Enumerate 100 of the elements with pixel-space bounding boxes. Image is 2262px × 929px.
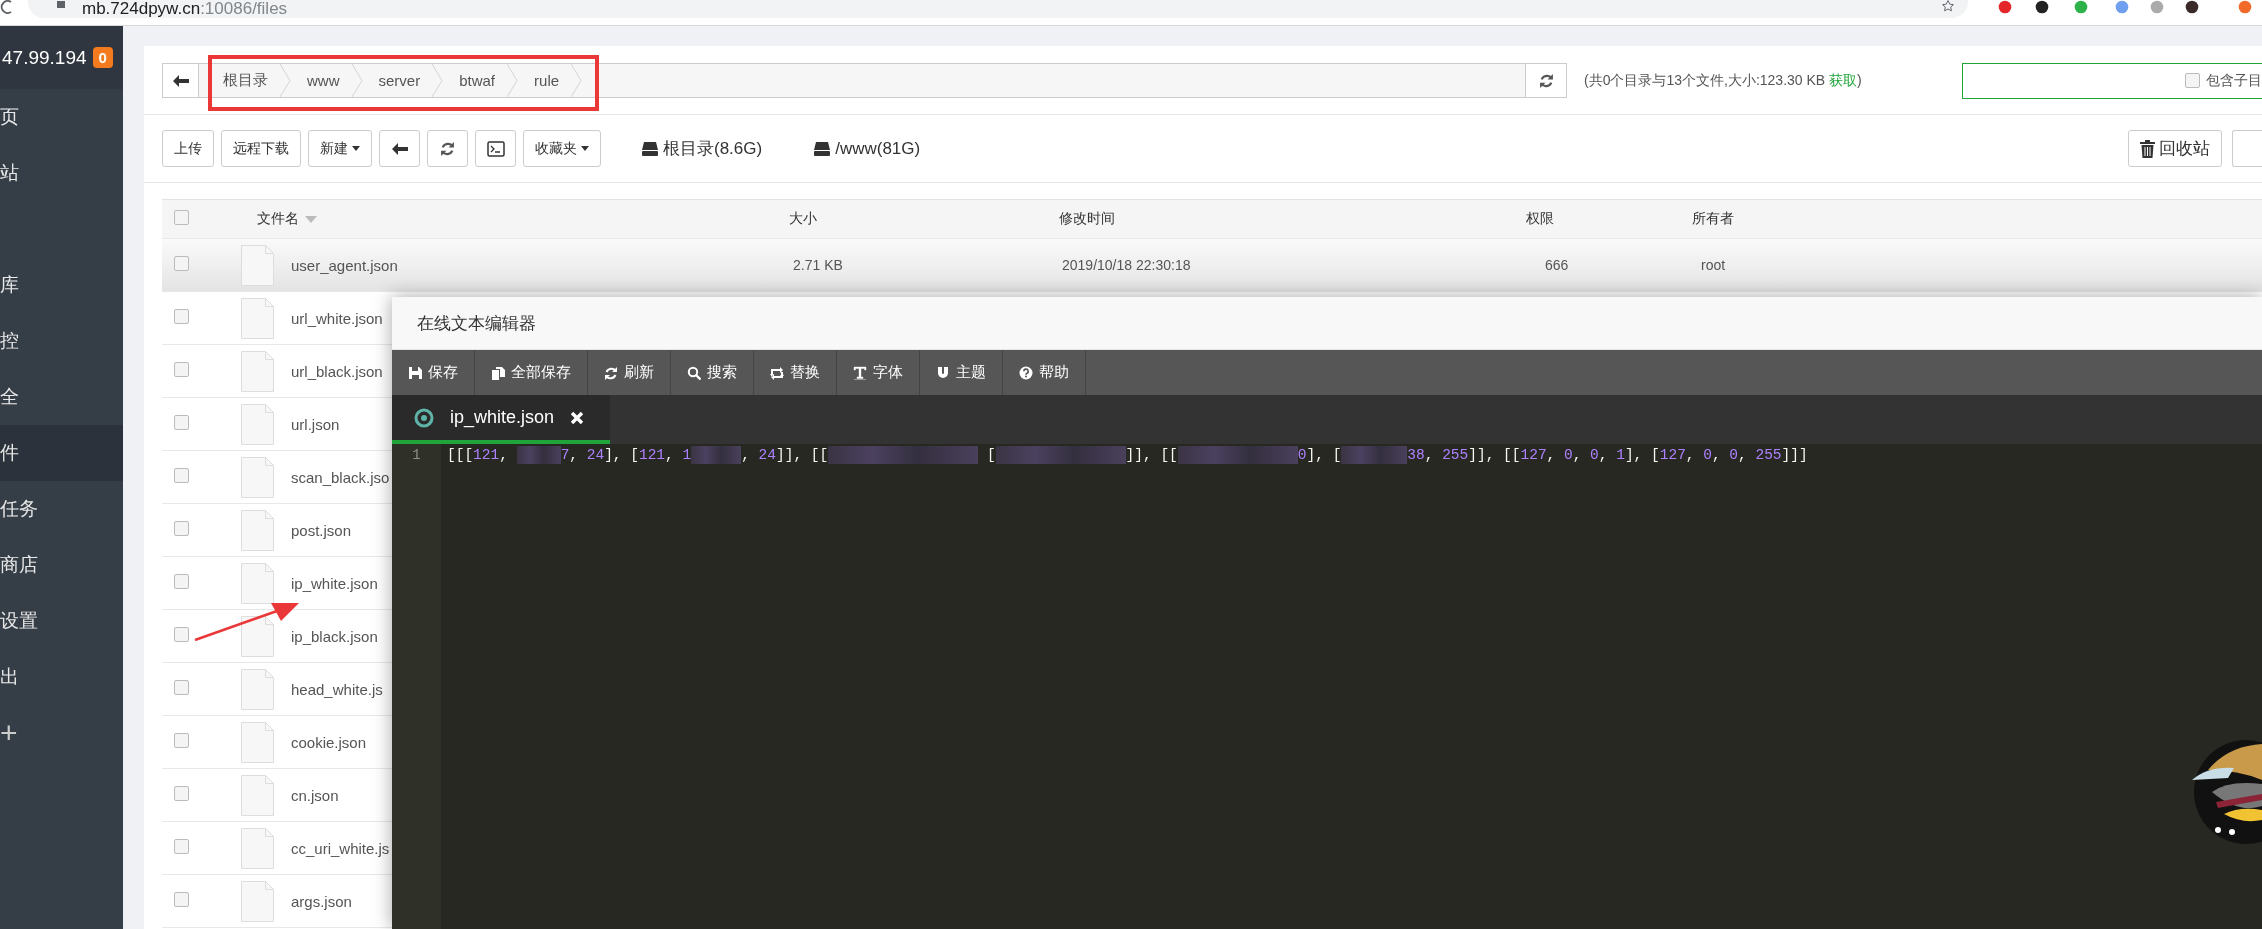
file-icon <box>241 721 274 763</box>
breadcrumb-item[interactable]: 根目录 <box>199 64 291 97</box>
back-button[interactable] <box>379 130 420 167</box>
row-checkbox[interactable] <box>174 521 189 536</box>
back-button[interactable] <box>162 63 199 98</box>
row-checkbox[interactable] <box>174 839 189 854</box>
arrow-left-icon <box>172 74 189 87</box>
dropdown-button[interactable]: 新建 <box>308 130 372 167</box>
refresh-icon <box>1538 73 1554 88</box>
file-name[interactable]: cc_uri_white.js <box>291 839 390 857</box>
caret-icon <box>352 146 360 151</box>
row-checkbox[interactable] <box>174 733 189 748</box>
row-checkbox[interactable] <box>174 627 189 642</box>
file-icon <box>241 774 274 816</box>
code-line: [[[121, 7, 24], [121, 1 , 24]], [[ [ ]], [[ 0], [ 38, 255]], [[127, 0, 0, 1], [127, 0, 0, 255]]] <box>447 445 1809 465</box>
chevron-icon <box>351 64 363 97</box>
file-name[interactable]: url_black.json <box>291 362 383 380</box>
sidebar-item[interactable]: 商店 <box>0 537 123 593</box>
subdirectory-checkbox[interactable] <box>2185 73 2200 88</box>
redacted-block <box>691 446 742 464</box>
sidebar-item[interactable]: 设置 <box>0 593 123 649</box>
sidebar-item[interactable]: 全 <box>0 369 123 425</box>
modified-time: 2019/10/18 22:30:18 <box>1062 257 1191 273</box>
disk-label[interactable]: /www(81G) <box>835 138 921 159</box>
recycle-bin-button[interactable]: 回收站 <box>2128 130 2222 167</box>
save-all-icon <box>491 365 505 380</box>
toolbar-button[interactable]: 上传 <box>162 130 214 167</box>
replace-icon <box>770 365 784 380</box>
chevron-icon <box>507 64 519 97</box>
sidebar-item[interactable]: 出 <box>0 649 123 705</box>
help-icon <box>1019 365 1033 380</box>
drive-icon <box>642 141 658 156</box>
sidebar-item[interactable]: 页 <box>0 89 123 145</box>
address-bar[interactable]: mb.724dpyw.cn:10086/files <box>28 0 1968 18</box>
toolbar-button[interactable]: 远程下载 <box>221 130 301 167</box>
row-checkbox[interactable] <box>174 892 189 907</box>
select-all-checkbox[interactable] <box>174 210 189 225</box>
close-icon[interactable] <box>570 410 585 425</box>
file-icon <box>241 615 274 657</box>
column-header[interactable]: 所有者 <box>1692 210 1734 228</box>
file-name[interactable]: ip_black.json <box>291 627 378 645</box>
row-checkbox[interactable] <box>174 309 189 324</box>
sidebar-item[interactable]: 库 <box>0 257 123 313</box>
column-header[interactable]: 修改时间 <box>1059 210 1115 228</box>
column-header[interactable]: 权限 <box>1526 210 1554 228</box>
sidebar-item[interactable]: 任务 <box>0 481 123 537</box>
file-icon <box>241 403 274 445</box>
toolbar-button[interactable] <box>2232 130 2262 167</box>
row-checkbox[interactable] <box>174 415 189 430</box>
terminal-button[interactable] <box>475 130 516 167</box>
window-title: 在线文本编辑器 <box>417 312 536 335</box>
search-icon <box>687 365 701 380</box>
directory-summary: (共0个目录与13个文件,大小:123.30 KB 获取) <box>1584 71 1862 90</box>
file-name[interactable]: scan_black.jso <box>291 468 390 486</box>
column-header[interactable]: 大小 <box>789 210 817 228</box>
file-name[interactable]: user_agent.json <box>291 256 398 274</box>
dropdown-button[interactable]: 收藏夹 <box>523 130 601 167</box>
file-icon <box>241 509 274 551</box>
breadcrumb-item[interactable]: btwaf <box>443 64 519 97</box>
breadcrumb-item[interactable]: server <box>362 64 444 97</box>
file-name[interactable]: ip_white.json <box>291 574 378 592</box>
reload-icon[interactable] <box>0 0 12 14</box>
file-icon <box>241 350 274 392</box>
sidebar-item[interactable]: 站 <box>0 145 123 201</box>
file-name[interactable]: cookie.json <box>291 733 367 751</box>
row-checkbox[interactable] <box>174 468 189 483</box>
file-icon <box>241 880 274 922</box>
disk-label[interactable]: 根目录(8.6G) <box>663 137 763 160</box>
breadcrumb-item[interactable]: www <box>291 64 363 97</box>
add-button[interactable]: + <box>0 705 123 761</box>
file-name[interactable]: args.json <box>291 892 352 910</box>
file-name[interactable]: url_white.json <box>291 309 383 327</box>
file-icon <box>241 668 274 710</box>
theme-icon <box>936 365 950 380</box>
file-name[interactable]: head_white.js <box>291 680 383 698</box>
file-name[interactable]: url.json <box>291 415 340 433</box>
row-checkbox[interactable] <box>174 362 189 377</box>
sidebar-item[interactable]: 件 <box>0 425 123 481</box>
drive-icon <box>814 141 831 156</box>
row-checkbox[interactable] <box>174 786 189 801</box>
row-checkbox[interactable] <box>174 256 189 271</box>
refresh-button[interactable] <box>1526 63 1567 98</box>
path-bar[interactable]: 根目录 www server btwaf rule <box>199 63 1526 98</box>
caret-icon <box>581 146 589 151</box>
file-size: 2.71 KB <box>793 257 843 273</box>
search-field[interactable]: 包含子目 <box>1962 62 2262 99</box>
count-badge: 0 <box>92 47 113 68</box>
terminal-icon <box>486 140 505 157</box>
file-icon <box>241 827 274 869</box>
file-name[interactable]: cn.json <box>291 786 339 804</box>
file-tab[interactable]: ip_white.json <box>392 395 611 444</box>
file-name[interactable]: post.json <box>291 521 352 539</box>
refresh-button[interactable] <box>427 130 468 167</box>
trash-icon <box>2140 139 2155 158</box>
row-checkbox[interactable] <box>174 574 189 589</box>
arrow-left-icon <box>391 142 408 155</box>
column-header[interactable]: 文件名 <box>257 210 299 228</box>
row-checkbox[interactable] <box>174 680 189 695</box>
sidebar-item[interactable]: 控 <box>0 313 123 369</box>
breadcrumb-item[interactable]: rule <box>518 64 583 97</box>
